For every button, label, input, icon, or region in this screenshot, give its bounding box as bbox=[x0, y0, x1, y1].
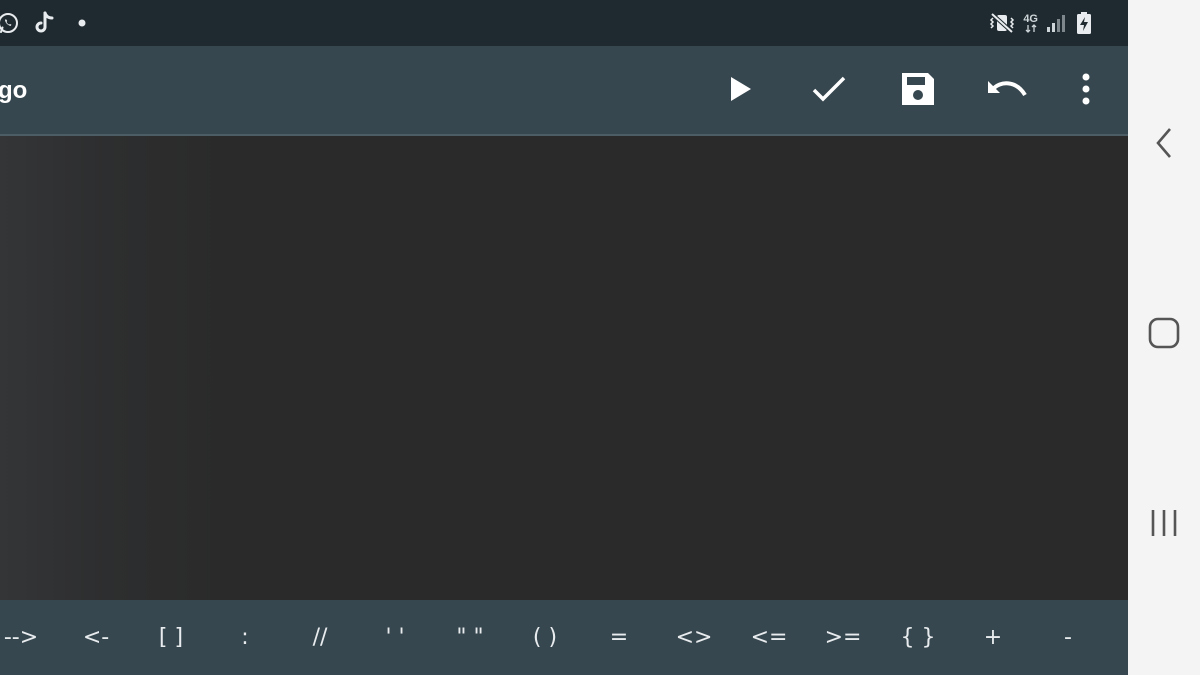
symbol-bar: --> <- [ ] : // ' ' " " ( ) = <> <= >= {… bbox=[0, 600, 1128, 675]
symbol-key[interactable]: ( ) bbox=[515, 600, 575, 675]
symbol-key[interactable]: <= bbox=[739, 600, 799, 675]
undo-icon bbox=[986, 75, 1028, 108]
battery-charging-icon bbox=[1076, 11, 1092, 35]
home-icon bbox=[1147, 316, 1181, 355]
recents-icon bbox=[1149, 508, 1179, 543]
whatsapp-icon bbox=[0, 11, 20, 35]
recents-button[interactable] bbox=[1128, 500, 1200, 550]
run-button[interactable] bbox=[718, 69, 762, 113]
app-title: go bbox=[0, 77, 28, 104]
symbol-key[interactable]: " " bbox=[440, 600, 500, 675]
back-icon bbox=[1154, 126, 1174, 165]
run-icon bbox=[727, 75, 753, 108]
network-4g-icon: 4G bbox=[1023, 12, 1038, 33]
save-button[interactable] bbox=[896, 69, 940, 113]
symbol-key[interactable]: <- bbox=[66, 600, 126, 675]
status-bar-left bbox=[0, 0, 86, 46]
symbol-key[interactable]: - bbox=[1038, 600, 1098, 675]
symbol-key[interactable]: = bbox=[589, 600, 649, 675]
notification-dot-icon bbox=[78, 19, 86, 27]
undo-button[interactable] bbox=[985, 69, 1029, 113]
check-button[interactable] bbox=[807, 69, 851, 113]
home-button[interactable] bbox=[1128, 310, 1200, 360]
symbol-key[interactable]: [ ] bbox=[141, 600, 201, 675]
status-bar-right: 4G bbox=[989, 0, 1092, 46]
check-icon bbox=[811, 75, 847, 108]
editor-ghost-image bbox=[0, 136, 230, 600]
more-vert-icon bbox=[1081, 73, 1091, 110]
more-options-button[interactable] bbox=[1064, 69, 1108, 113]
signal-icon bbox=[1046, 13, 1068, 33]
vibrate-mute-icon bbox=[989, 11, 1015, 35]
app-toolbar: go bbox=[0, 46, 1128, 136]
symbol-key[interactable]: + bbox=[963, 600, 1023, 675]
status-bar: 4G bbox=[0, 0, 1128, 46]
back-button[interactable] bbox=[1128, 120, 1200, 170]
system-navigation-bar bbox=[1128, 0, 1200, 675]
symbol-key[interactable]: ' ' bbox=[365, 600, 425, 675]
symbol-key[interactable]: --> bbox=[0, 600, 51, 675]
symbol-key[interactable]: { } bbox=[888, 600, 948, 675]
save-icon bbox=[900, 71, 936, 112]
symbol-key[interactable]: >= bbox=[813, 600, 873, 675]
code-editor[interactable] bbox=[0, 136, 1128, 600]
symbol-key[interactable]: : bbox=[215, 600, 275, 675]
network-4g-label: 4G bbox=[1023, 12, 1038, 25]
symbol-key[interactable]: // bbox=[290, 600, 350, 675]
tiktok-icon bbox=[34, 11, 56, 35]
symbol-key[interactable]: <> bbox=[664, 600, 724, 675]
app-window: 4G go --> <- []: // ' ' " " () = <> <… bbox=[0, 0, 1128, 675]
